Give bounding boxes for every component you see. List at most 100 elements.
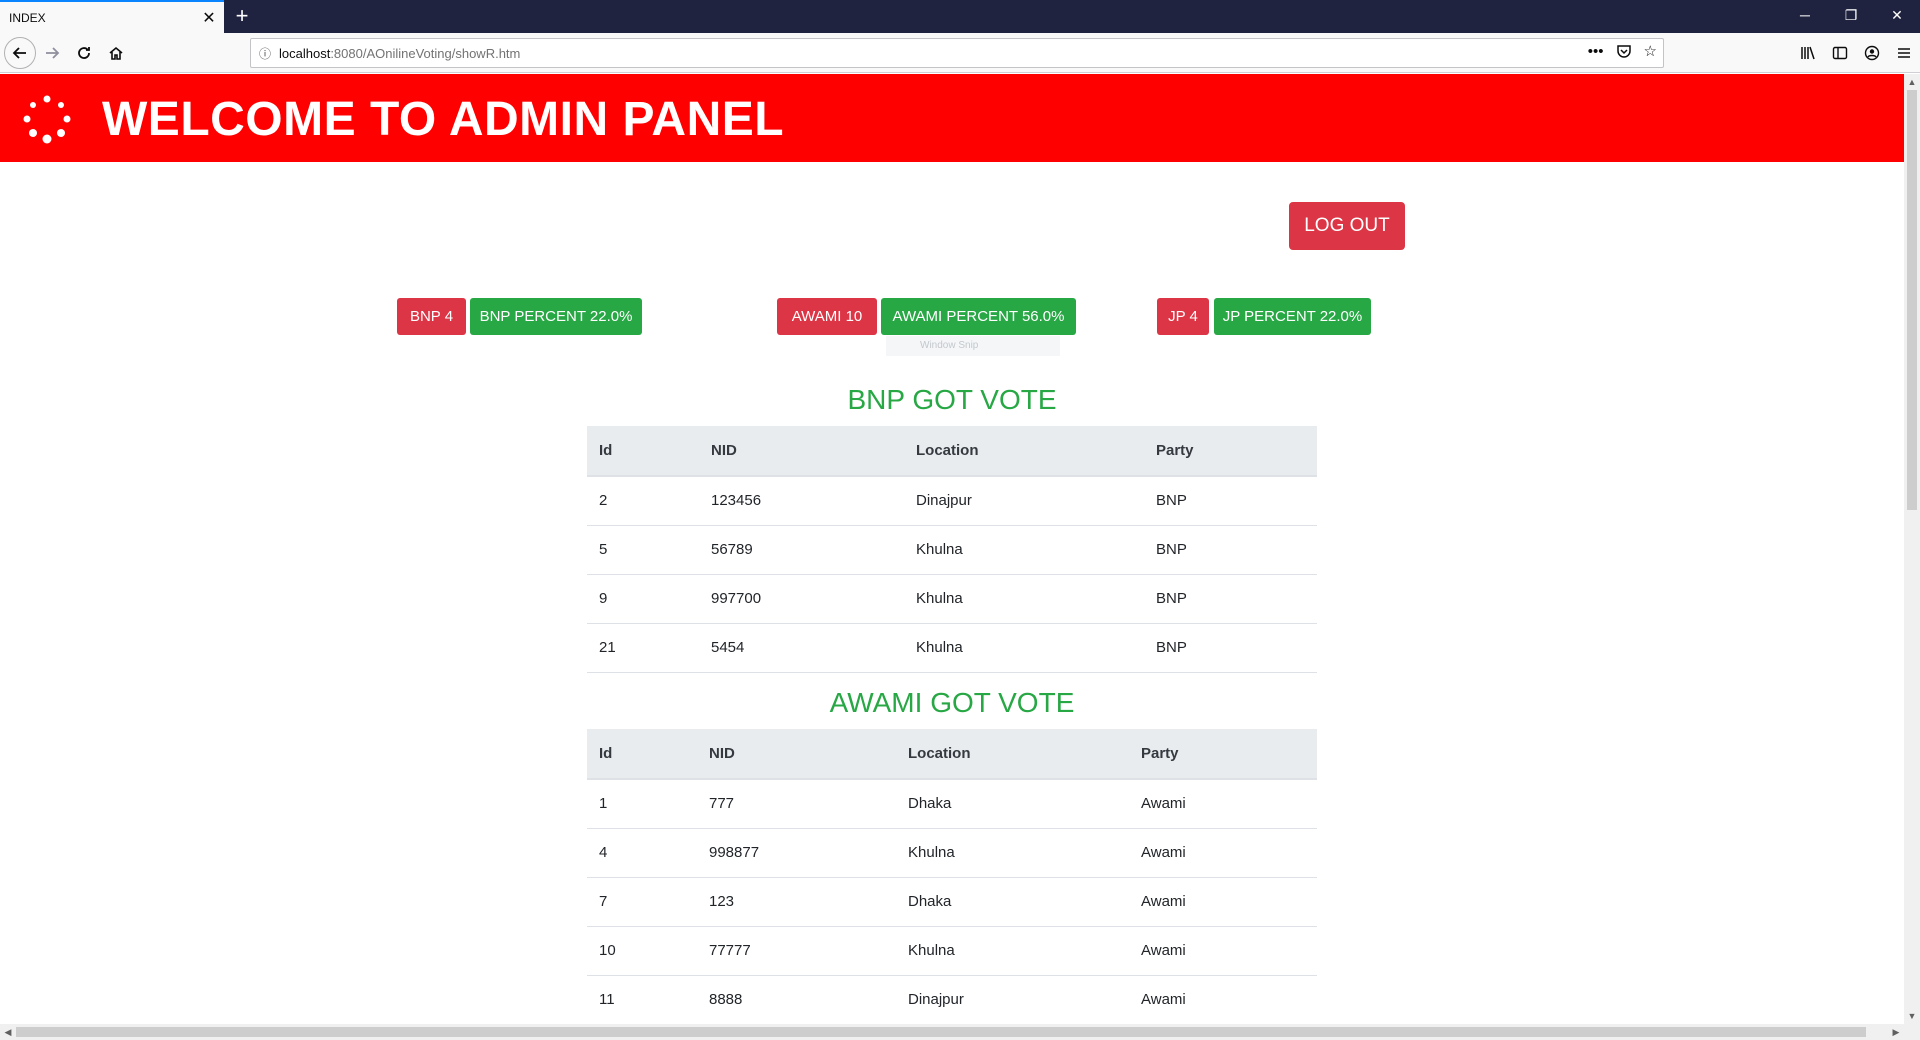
bnp-count-button[interactable]: BNP 4 [397,298,466,335]
nav-bar: ⓘ localhost:8080/AOnilineVoting/showR.ht… [0,33,1920,73]
table-row: 21 5454 Khulna BNP [587,623,1317,673]
table-cell: Awami [1129,975,1317,1024]
minimize-icon[interactable]: ─ [1782,0,1828,33]
table-cell: 11 [587,975,697,1024]
column-header: Id [587,426,699,477]
table-cell: 997700 [699,574,904,624]
table-cell: 1 [587,779,697,829]
url-host: localhost [279,45,331,61]
bnp-section-title: BNP GOT VOTE [847,384,1057,415]
table-row: 1 777 Dhaka Awami [587,779,1317,829]
table-cell: 5454 [699,623,904,673]
column-header: Party [1144,426,1317,477]
window-snip-overlay: Window Snip [886,336,1060,356]
sidebar-icon[interactable] [1824,37,1856,69]
url-bar[interactable]: ⓘ localhost:8080/AOnilineVoting/showR.ht… [250,38,1664,68]
new-tab-button[interactable]: + [228,0,256,33]
table-cell: 7 [587,877,697,927]
table-cell: BNP [1144,525,1317,575]
admin-header: WELCOME TO ADMIN PANEL [0,74,1904,162]
table-row: 7 123 Dhaka Awami [587,877,1317,927]
table-row: 10 77777 Khulna Awami [587,926,1317,976]
table-cell: 777 [697,779,896,829]
vertical-scroll-thumb[interactable] [1907,90,1917,510]
awami-percent-button[interactable]: AWAMI PERCENT 56.0% [881,298,1076,335]
table-cell: 123456 [699,476,904,526]
page-viewport: WELCOME TO ADMIN PANEL LOG OUT BNP 4 BNP… [0,74,1904,1024]
table-cell: 9 [587,574,699,624]
jp-percent-button[interactable]: JP PERCENT 22.0% [1214,298,1371,335]
bnp-vote-table: Id NID Location Party 2 123456 Dinajpur BNP… [587,426,1317,673]
table-row: 11 8888 Dinajpur Awami [587,975,1317,1024]
toolbar-right [1792,37,1920,69]
horizontal-scrollbar[interactable]: ◀ ▶ [0,1024,1920,1040]
vertical-scrollbar[interactable]: ▲ ▼ [1904,74,1920,1024]
table-cell: Awami [1129,926,1317,976]
home-icon [109,46,123,60]
table-header-row: Id NID Location Party [587,729,1317,780]
info-icon[interactable]: ⓘ [251,45,279,62]
url-actions: ••• ☆ [1588,42,1657,61]
reload-icon [78,47,90,59]
horizontal-scroll-thumb[interactable] [16,1027,1866,1037]
column-header: Location [896,729,1129,780]
table-cell: 56789 [699,525,904,575]
restore-icon[interactable]: ❐ [1828,0,1874,33]
column-header: NID [699,426,904,477]
column-header: Id [587,729,697,780]
bookmark-star-icon[interactable]: ☆ [1644,42,1657,60]
column-header: Location [904,426,1144,477]
forward-arrow-icon [46,47,60,59]
table-cell: 2 [587,476,699,526]
table-cell: Dinajpur [896,975,1129,1024]
pocket-icon[interactable] [1616,43,1632,59]
table-row: 2 123456 Dinajpur BNP [587,476,1317,526]
table-header-row: Id NID Location Party [587,426,1317,477]
forward-button[interactable] [36,37,68,69]
table-cell: Dinajpur [904,476,1144,526]
table-cell: 998877 [697,828,896,878]
scroll-down-icon[interactable]: ▼ [1904,1008,1920,1024]
scroll-right-icon[interactable]: ▶ [1888,1024,1904,1040]
table-cell: 10 [587,926,697,976]
menu-icon[interactable] [1888,37,1920,69]
table-cell: 4 [587,828,697,878]
logout-button[interactable]: LOG OUT [1289,202,1405,250]
table-cell: Awami [1129,877,1317,927]
table-cell: BNP [1144,476,1317,526]
window-close-icon[interactable]: ✕ [1874,0,1920,33]
tab-close-icon[interactable]: ✕ [194,8,224,28]
url-path: :8080/AOnilineVoting/showR.htm [330,45,521,61]
awami-section-title: AWAMI GOT VOTE [829,687,1075,718]
reload-button[interactable] [68,37,100,69]
table-cell: Dhaka [896,779,1129,829]
table-cell: Khulna [904,623,1144,673]
page-actions-icon[interactable]: ••• [1588,43,1604,60]
table-row: 9 997700 Khulna BNP [587,574,1317,624]
library-icon[interactable] [1792,37,1824,69]
table-cell: BNP [1144,623,1317,673]
table-row: 4 998877 Khulna Awami [587,828,1317,878]
table-cell: 5 [587,525,699,575]
scroll-up-icon[interactable]: ▲ [1904,74,1920,90]
awami-vote-table: Id NID Location Party 1 777 Dhaka Awami 4 99… [587,729,1317,1024]
account-icon[interactable] [1856,37,1888,69]
jp-count-button[interactable]: JP 4 [1157,298,1209,335]
bnp-percent-button[interactable]: BNP PERCENT 22.0% [470,298,642,335]
tab-index[interactable]: INDEX ✕ [0,0,224,33]
back-button[interactable] [4,37,36,69]
page-title: WELCOME TO ADMIN PANEL [102,93,785,146]
column-header: Party [1129,729,1317,780]
table-cell: Khulna [904,574,1144,624]
table-row: 5 56789 Khulna BNP [587,525,1317,575]
table-cell: 21 [587,623,699,673]
table-cell: 8888 [697,975,896,1024]
home-button[interactable] [100,37,132,69]
table-cell: Dhaka [896,877,1129,927]
table-cell: Khulna [904,525,1144,575]
scroll-left-icon[interactable]: ◀ [0,1024,16,1040]
table-cell: 77777 [697,926,896,976]
table-cell: Awami [1129,828,1317,878]
column-header: NID [697,729,896,780]
awami-count-button[interactable]: AWAMI 10 [777,298,877,335]
